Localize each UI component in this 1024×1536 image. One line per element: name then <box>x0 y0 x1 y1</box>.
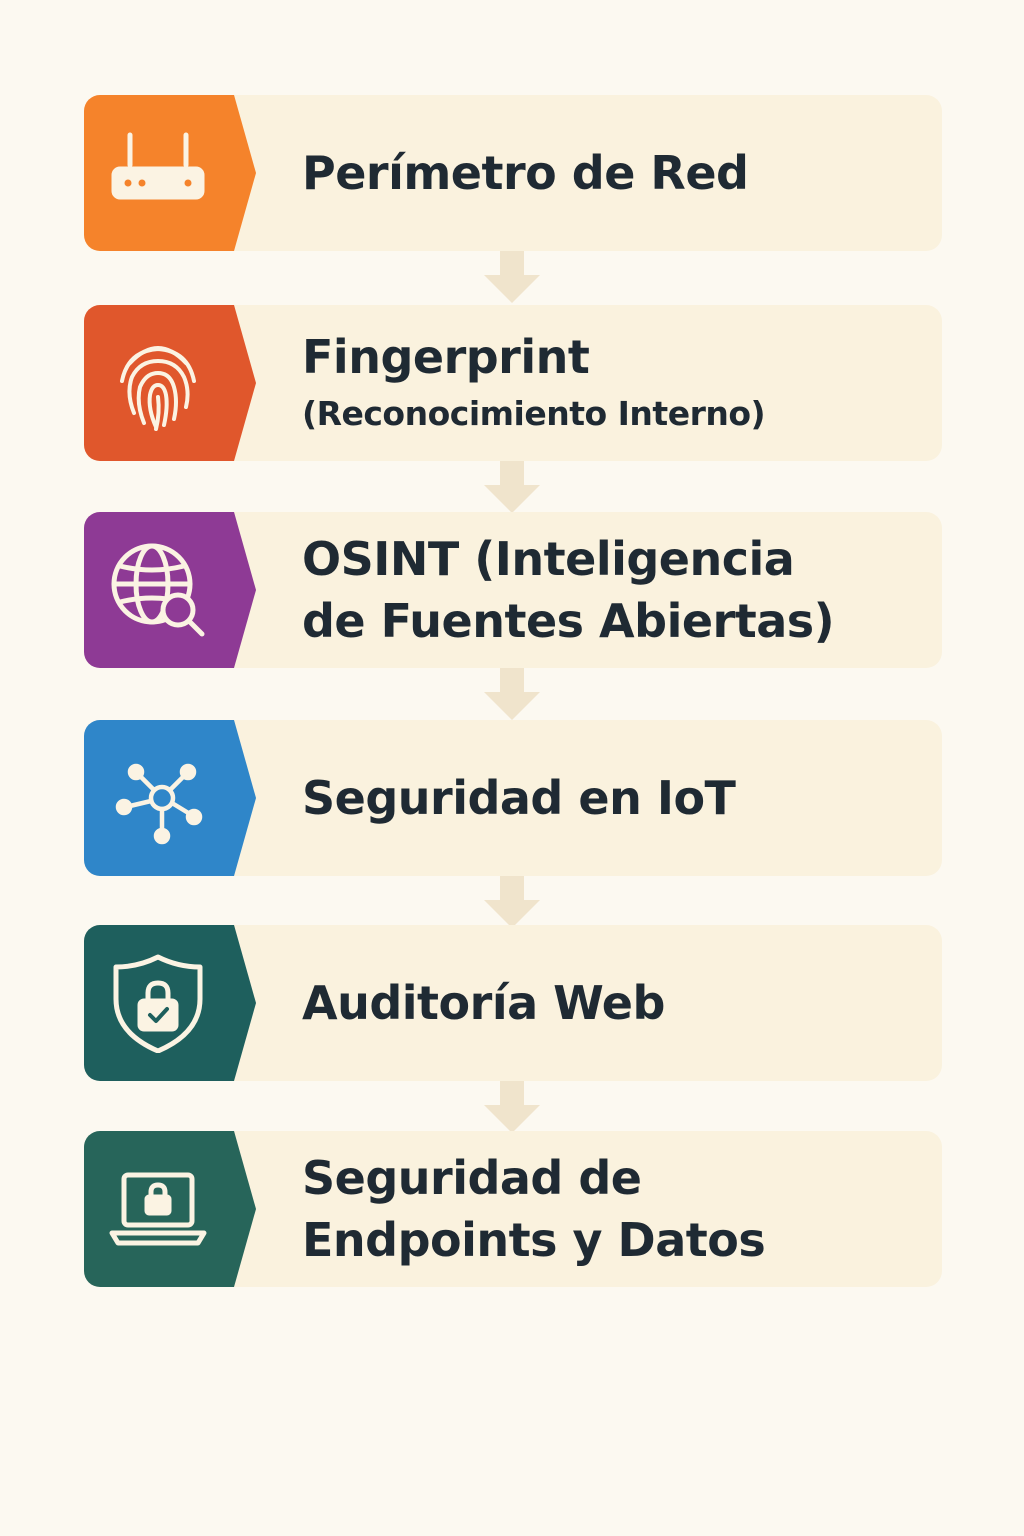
step-icon-box <box>84 305 256 461</box>
step-endpoint-data-security: Seguridad de Endpoints y Datos <box>84 1131 942 1287</box>
step-icon-box <box>84 95 256 251</box>
step-network-perimeter: Perímetro de Red <box>84 95 942 251</box>
step-text: OSINT (Inteligencia de Fuentes Abiertas) <box>302 512 902 668</box>
step-icon-box <box>84 925 256 1081</box>
step-subtitle: de Fuentes Abiertas) <box>302 594 835 648</box>
step-icon-box <box>84 1131 256 1287</box>
step-title: Perímetro de Red <box>302 146 749 200</box>
step-fingerprint: Fingerprint (Reconocimiento Interno) <box>84 305 942 461</box>
down-arrow-connector <box>482 461 542 515</box>
laptop-lock-icon <box>109 1172 207 1246</box>
step-iot-security: Seguridad en IoT <box>84 720 942 876</box>
step-subtitle: Endpoints y Datos <box>302 1213 766 1267</box>
shield-lock-icon <box>113 954 203 1053</box>
down-arrow-connector <box>482 1081 542 1135</box>
step-title: Seguridad de <box>302 1151 642 1205</box>
step-text: Perímetro de Red <box>302 95 902 251</box>
step-title: Auditoría Web <box>302 976 665 1030</box>
router-icon <box>111 132 205 200</box>
down-arrow-connector <box>482 251 542 305</box>
down-arrow-connector <box>482 668 542 722</box>
step-text: Auditoría Web <box>302 925 902 1081</box>
step-text: Seguridad en IoT <box>302 720 902 876</box>
step-title: Seguridad en IoT <box>302 771 736 825</box>
step-icon-box <box>84 512 256 668</box>
step-subtitle: (Reconocimiento Interno) <box>302 394 766 433</box>
step-title: Fingerprint <box>302 330 590 384</box>
step-osint: OSINT (Inteligencia de Fuentes Abiertas) <box>84 512 942 668</box>
step-web-audit: Auditoría Web <box>84 925 942 1081</box>
step-icon-box <box>84 720 256 876</box>
down-arrow-connector <box>482 876 542 930</box>
fingerprint-icon <box>120 346 196 431</box>
step-text: Fingerprint (Reconocimiento Interno) <box>302 305 902 461</box>
globe-search-icon <box>111 543 205 637</box>
step-text: Seguridad de Endpoints y Datos <box>302 1131 902 1287</box>
step-title: OSINT (Inteligencia <box>302 532 795 586</box>
network-hub-icon <box>115 763 203 845</box>
